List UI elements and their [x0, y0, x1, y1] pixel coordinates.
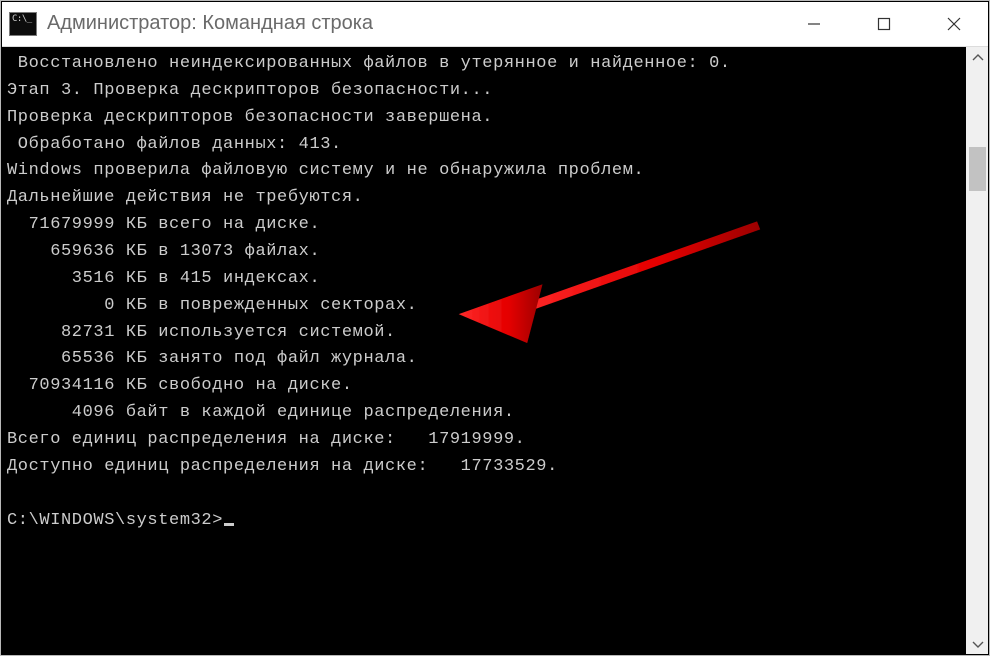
- console-line: Восстановлено неиндексированных файлов в…: [7, 51, 964, 78]
- window-controls: [779, 1, 989, 46]
- minimize-button[interactable]: [779, 1, 849, 46]
- console-line: 0 КБ в поврежденных секторах.: [7, 293, 964, 320]
- titlebar[interactable]: Администратор: Командная строка: [1, 1, 989, 47]
- console-line: Обработано файлов данных: 413.: [7, 132, 964, 159]
- console-line: 71679999 КБ всего на диске.: [7, 212, 964, 239]
- console-line: Дальнейшие действия не требуются.: [7, 185, 964, 212]
- console-line: 65536 КБ занято под файл журнала.: [7, 346, 964, 373]
- console-output[interactable]: Восстановлено неиндексированных файлов в…: [1, 47, 966, 655]
- console-line: 3516 КБ в 415 индексах.: [7, 266, 964, 293]
- scroll-down-button[interactable]: [966, 633, 989, 655]
- scroll-up-button[interactable]: [966, 47, 989, 69]
- close-button[interactable]: [919, 1, 989, 46]
- console-line: Этап 3. Проверка дескрипторов безопаснос…: [7, 78, 964, 105]
- console-line: 4096 байт в каждой единице распределения…: [7, 400, 964, 427]
- console-line: Проверка дескрипторов безопасности завер…: [7, 105, 964, 132]
- scroll-thumb[interactable]: [969, 147, 986, 191]
- console-line: 70934116 КБ свободно на диске.: [7, 373, 964, 400]
- console-line: 82731 КБ используется системой.: [7, 320, 964, 347]
- client-area: Восстановлено неиндексированных файлов в…: [1, 47, 989, 655]
- cmd-window: Администратор: Командная строка Восстано…: [0, 0, 990, 656]
- scroll-track[interactable]: [966, 69, 989, 633]
- cmd-icon: [9, 12, 37, 36]
- console-line: Доступно единиц распределения на диске: …: [7, 454, 964, 481]
- window-title: Администратор: Командная строка: [47, 12, 779, 35]
- console-line: Windows проверила файловую систему и не …: [7, 158, 964, 185]
- vertical-scrollbar[interactable]: [966, 47, 989, 655]
- console-line: 659636 КБ в 13073 файлах.: [7, 239, 964, 266]
- console-prompt[interactable]: C:\WINDOWS\system32>: [7, 481, 964, 535]
- cursor: [224, 523, 234, 526]
- console-line: Всего единиц распределения на диске: 179…: [7, 427, 964, 454]
- maximize-button[interactable]: [849, 1, 919, 46]
